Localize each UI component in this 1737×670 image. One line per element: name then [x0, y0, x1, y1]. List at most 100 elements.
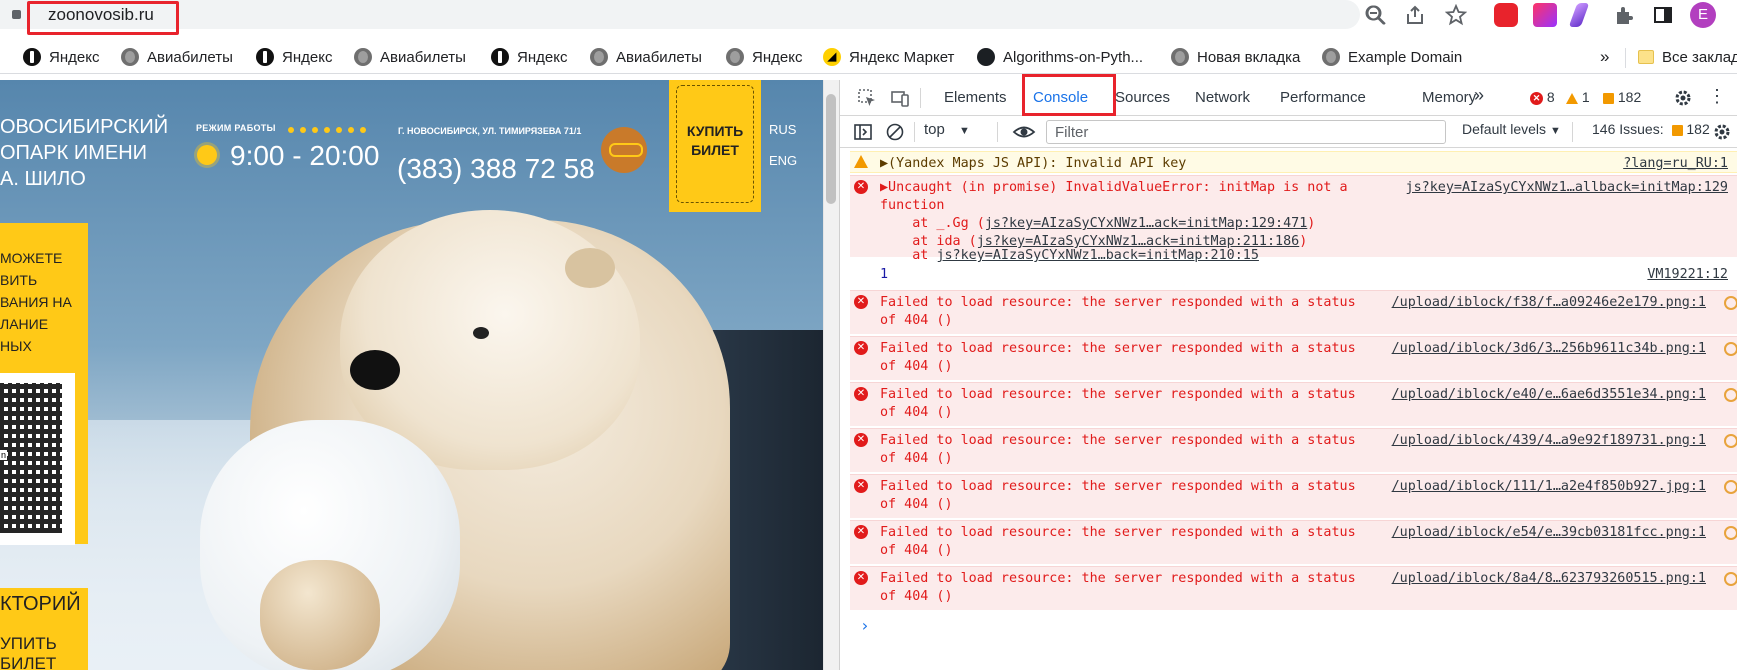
- source-link[interactable]: /upload/iblock/f38/f…a09246e2e179.png:1: [1392, 294, 1706, 312]
- source-link[interactable]: /upload/iblock/e40/e…6ae6d3551e34.png:1: [1392, 386, 1706, 404]
- network-request-icon[interactable]: [1724, 526, 1737, 540]
- console-warning[interactable]: ▶(Yandex Maps JS API): Invalid API key ?…: [850, 151, 1737, 173]
- issues-label: 146 Issues:: [1592, 121, 1664, 137]
- youtube-extension-icon[interactable]: [1494, 3, 1518, 27]
- source-link[interactable]: /upload/iblock/111/1…a2e4f850b927.jpg:1: [1392, 478, 1706, 496]
- issues-badge-count: 182: [1617, 89, 1642, 105]
- settings-gear-icon[interactable]: [1673, 88, 1693, 108]
- log-levels-dropdown[interactable]: Default levels ▼: [1462, 121, 1561, 137]
- network-request-icon[interactable]: [1724, 388, 1737, 402]
- network-request-icon[interactable]: [1724, 296, 1737, 310]
- issues-button[interactable]: 146 Issues: 182: [1592, 121, 1710, 137]
- message-text: Failed to load resource: the server resp…: [880, 525, 1356, 540]
- console-prompt[interactable]: ›: [860, 616, 870, 635]
- console-error[interactable]: ✕ Failed to load resource: the server re…: [850, 290, 1737, 334]
- tab-network[interactable]: Network: [1195, 89, 1250, 106]
- bookmark-item[interactable]: Авиабилеты: [590, 46, 702, 68]
- network-request-icon[interactable]: [1724, 480, 1737, 494]
- bookmark-item[interactable]: Яндекс: [491, 46, 567, 68]
- message-text: Failed to load resource: the server resp…: [880, 295, 1356, 310]
- profile-avatar[interactable]: E: [1690, 2, 1716, 28]
- message-text: ▶Uncaught (in promise) InvalidValueError…: [880, 180, 1348, 195]
- pen-extension-icon[interactable]: [1568, 3, 1590, 27]
- bookmarks-overflow-button[interactable]: »: [1600, 46, 1609, 68]
- bookmark-item[interactable]: Яндекс: [256, 46, 332, 68]
- promo-line: ВИТЬ: [0, 272, 38, 288]
- tab-memory[interactable]: Memory: [1422, 89, 1476, 106]
- sidebar-toggle-icon[interactable]: [853, 122, 873, 142]
- qr-code[interactable]: [0, 383, 62, 533]
- issues-counter[interactable]: 182: [1603, 89, 1641, 105]
- more-tabs-button[interactable]: »: [1474, 85, 1484, 106]
- warning-counter[interactable]: 1: [1566, 89, 1590, 105]
- inspect-element-icon[interactable]: [857, 88, 877, 108]
- filter-input[interactable]: Filter: [1046, 120, 1446, 144]
- all-bookmarks-folder[interactable]: Все заклад: [1638, 46, 1737, 68]
- promo-line: НЫХ: [0, 338, 32, 354]
- error-counter[interactable]: ✕ 8: [1530, 89, 1555, 105]
- console-error[interactable]: ✕ ▶Uncaught (in promise) InvalidValueErr…: [850, 175, 1737, 262]
- zoom-out-icon[interactable]: [1365, 4, 1387, 26]
- source-link[interactable]: /upload/iblock/439/4…a9e92f189731.png:1: [1392, 432, 1706, 450]
- stack-link[interactable]: js?key=AIzaSyCYxNWz1…ack=initMap:211:186: [977, 234, 1299, 249]
- source-link[interactable]: /upload/iblock/3d6/3…256b9611c34b.png:1: [1392, 340, 1706, 358]
- buy-ticket-link[interactable]: УПИТЬ БИЛЕТ: [0, 634, 86, 670]
- side-panel-icon[interactable]: [1652, 4, 1674, 26]
- source-link[interactable]: /upload/iblock/8a4/8…623793260515.png:1: [1392, 570, 1706, 588]
- lang-en-link[interactable]: ENG: [769, 153, 797, 168]
- bookmark-label: Все заклад: [1662, 48, 1737, 66]
- buy-ticket-button[interactable]: КУПИТЬ БИЛЕТ: [669, 80, 761, 212]
- console-error[interactable]: ✕ Failed to load resource: the server re…: [850, 474, 1737, 518]
- site-title-line: ОПАРК ИМЕНИ: [0, 142, 148, 164]
- stack-link[interactable]: js?key=AIzaSyCYxNWz1…ack=initMap:129:471: [985, 216, 1307, 231]
- live-expression-eye-icon[interactable]: [1012, 122, 1036, 142]
- context-selector[interactable]: top ▼: [924, 121, 970, 138]
- console-error[interactable]: ✕ Failed to load resource: the server re…: [850, 336, 1737, 380]
- bookmark-item[interactable]: Algorithms-on-Pyth...: [977, 46, 1143, 68]
- bookmark-item[interactable]: ◢ Яндекс Маркет: [823, 46, 954, 68]
- tab-performance[interactable]: Performance: [1280, 89, 1366, 106]
- bookmark-item[interactable]: Авиабилеты: [121, 46, 233, 68]
- devtools-menu-icon[interactable]: ⋮: [1708, 86, 1726, 106]
- bookmark-item[interactable]: Яндекс: [726, 46, 802, 68]
- bookmark-item[interactable]: Авиабилеты: [354, 46, 466, 68]
- url-annotation-box: [27, 1, 179, 35]
- network-request-icon[interactable]: [1724, 572, 1737, 586]
- history-link[interactable]: КТОРИЙ: [0, 593, 81, 616]
- stack-link[interactable]: js?key=AIzaSyCYxNWz1…back=initMap:210:15: [936, 248, 1258, 263]
- phone-number[interactable]: (383) 388 72 58: [397, 153, 595, 185]
- bookmark-label: Авиабилеты: [616, 48, 702, 66]
- polar-bear-ear: [565, 248, 615, 288]
- console-log[interactable]: 1 VM19221:12: [850, 263, 1737, 287]
- source-link[interactable]: VM19221:12: [1647, 266, 1728, 284]
- source-link[interactable]: ?lang=ru_RU:1: [1623, 155, 1728, 173]
- bookmark-item[interactable]: Новая вкладка: [1171, 46, 1300, 68]
- share-icon[interactable]: [1404, 4, 1426, 26]
- console-error[interactable]: ✕ Failed to load resource: the server re…: [850, 566, 1737, 610]
- source-link[interactable]: /upload/iblock/e54/e…39cb03181fcc.png:1: [1392, 524, 1706, 542]
- bookmark-item[interactable]: Яндекс: [23, 46, 99, 68]
- promo-line: ВАНИЯ НА: [0, 294, 72, 310]
- page-scrollbar-thumb[interactable]: [826, 94, 836, 204]
- console-error[interactable]: ✕ Failed to load resource: the server re…: [850, 520, 1737, 564]
- site-info-icon[interactable]: [12, 10, 21, 19]
- lang-ru-link[interactable]: RUS: [769, 122, 796, 137]
- web-page: ОВОСИБИРСКИЙ ОПАРК ИМЕНИ А. ШИЛО РЕЖИМ Р…: [0, 80, 823, 670]
- bookmark-item[interactable]: Example Domain: [1322, 46, 1462, 68]
- extension-icon[interactable]: [1533, 3, 1557, 27]
- network-request-icon[interactable]: [1724, 434, 1737, 448]
- console-error[interactable]: ✕ Failed to load resource: the server re…: [850, 428, 1737, 472]
- site-title[interactable]: ОВОСИБИРСКИЙ ОПАРК ИМЕНИ А. ШИЛО: [0, 114, 168, 192]
- omnibox[interactable]: zoonovosib.ru: [0, 0, 1385, 29]
- bookmark-star-icon[interactable]: [1445, 4, 1467, 26]
- clear-console-icon[interactable]: [885, 122, 905, 142]
- console-annotation-box: [1022, 74, 1116, 116]
- tab-sources[interactable]: Sources: [1115, 89, 1170, 106]
- console-settings-gear-icon[interactable]: [1712, 122, 1732, 142]
- puzzle-extensions-icon[interactable]: [1613, 4, 1635, 26]
- tab-elements[interactable]: Elements: [944, 89, 1007, 106]
- device-toolbar-icon[interactable]: [890, 88, 910, 108]
- source-link[interactable]: js?key=AIzaSyCYxNWz1…allback=initMap:129: [1406, 179, 1728, 197]
- network-request-icon[interactable]: [1724, 342, 1737, 356]
- console-error[interactable]: ✕ Failed to load resource: the server re…: [850, 382, 1737, 426]
